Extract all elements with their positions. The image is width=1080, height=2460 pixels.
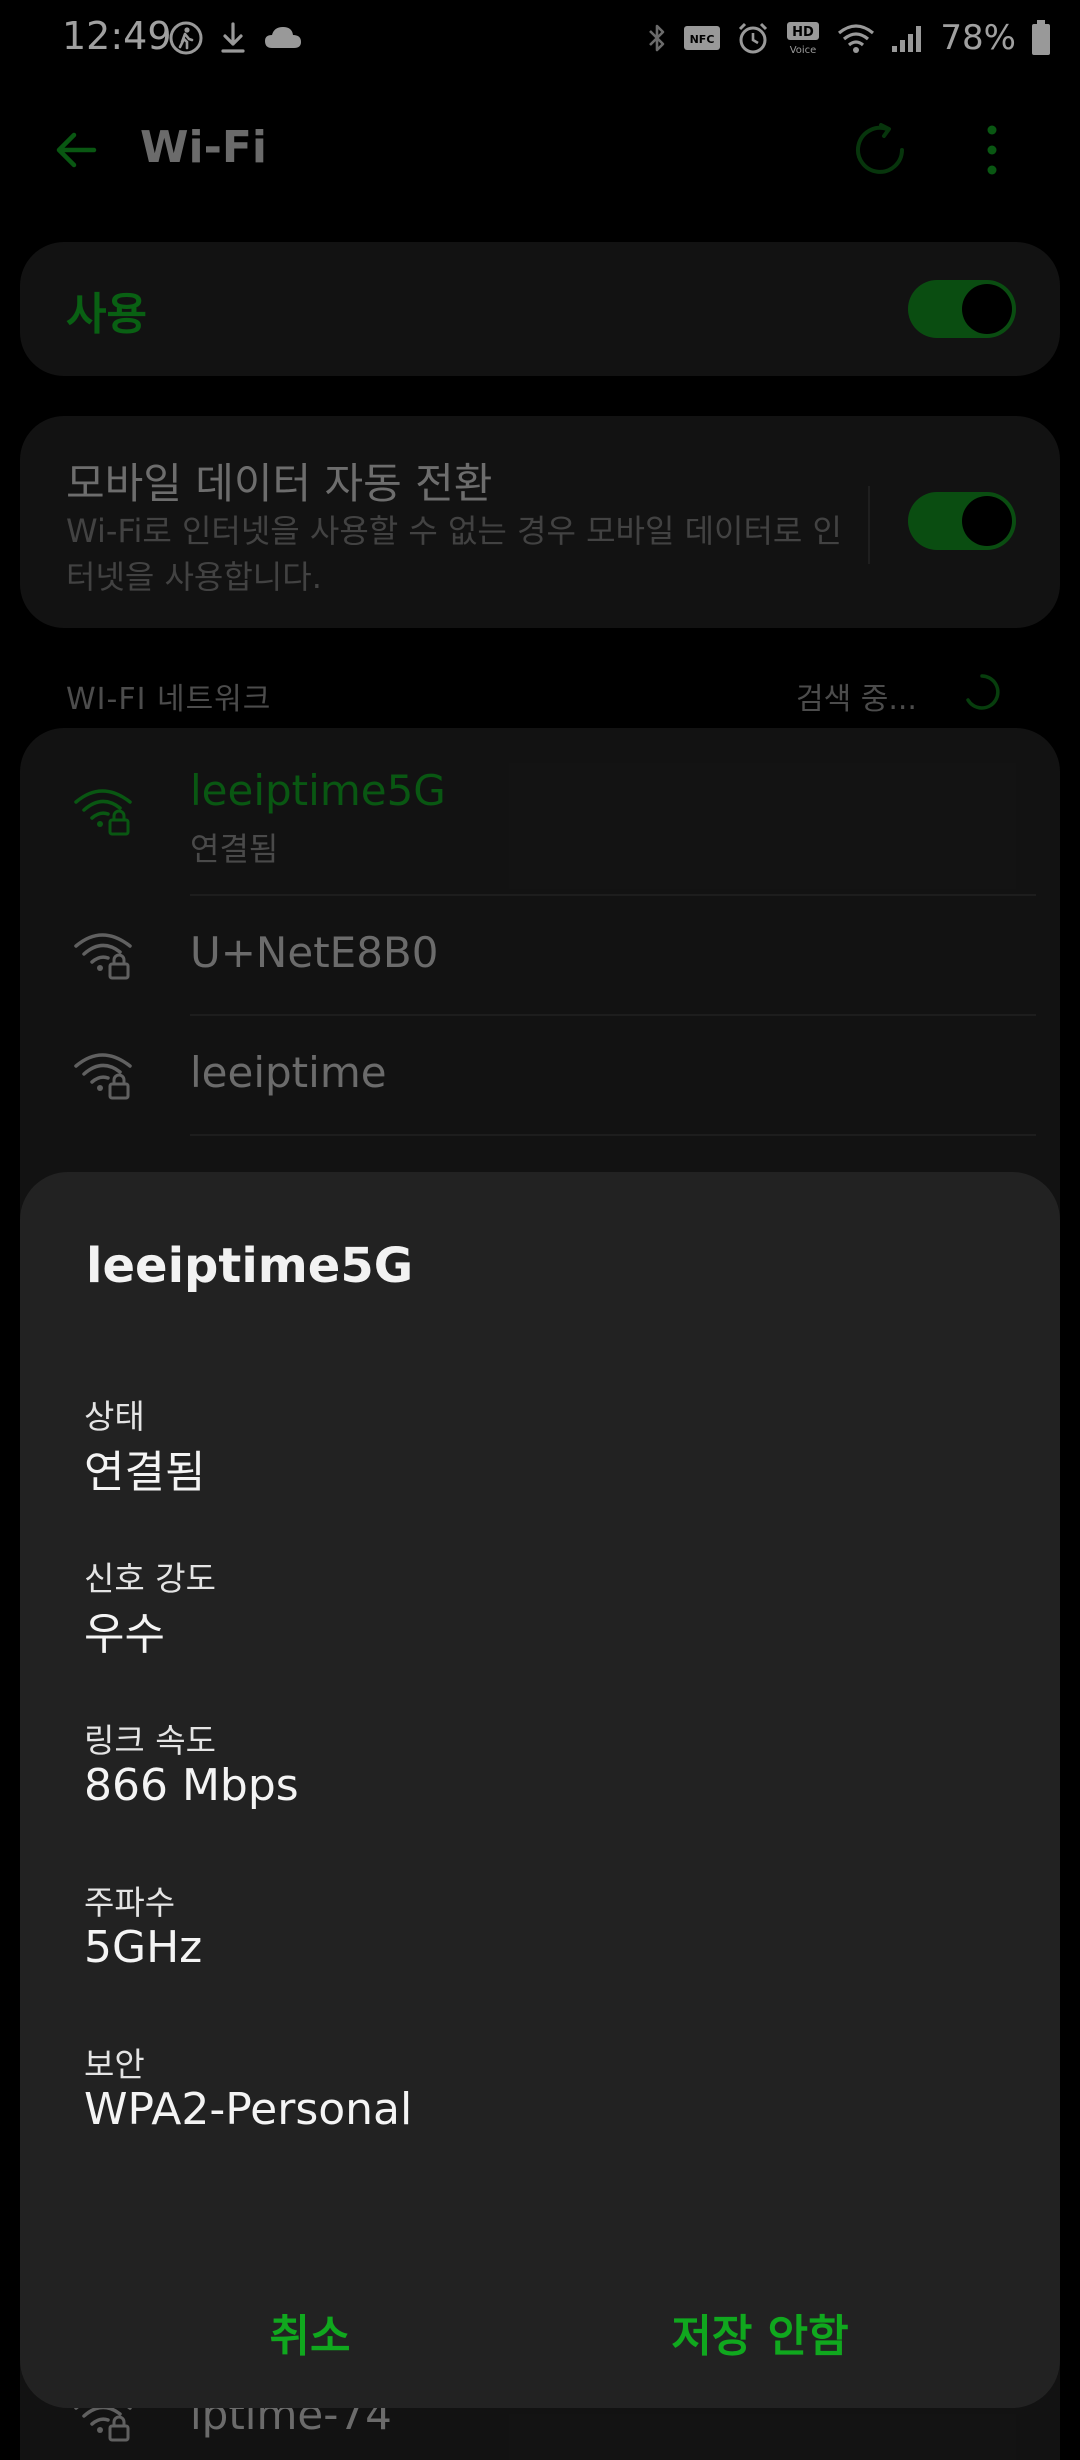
wifi-settings-screen: 12:49 NFC HD Voice 78% Wi-Fi 사용 모바일 데이터 … bbox=[0, 0, 1080, 2460]
signal-strength-label: 신호 강도 bbox=[84, 1559, 216, 1598]
dialog-title: leeiptime5G bbox=[86, 1238, 414, 1294]
status-value: 연결됨 bbox=[84, 1447, 206, 1498]
forget-network-button[interactable]: 저장 안함 bbox=[590, 2282, 930, 2382]
security-label: 보안 bbox=[84, 2045, 145, 2084]
security-value: WPA2-Personal bbox=[84, 2084, 413, 2135]
network-details-dialog: leeiptime5G 상태 연결됨 신호 강도 우수 링크 속도 866 Mb… bbox=[20, 1172, 1060, 2408]
status-label: 상태 bbox=[84, 1397, 145, 1436]
frequency-label: 주파수 bbox=[84, 1883, 176, 1922]
link-speed-label: 링크 속도 bbox=[84, 1721, 216, 1760]
link-speed-value: 866 Mbps bbox=[84, 1760, 299, 1811]
signal-strength-value: 우수 bbox=[84, 1609, 165, 1660]
cancel-button[interactable]: 취소 bbox=[160, 2282, 460, 2382]
frequency-value: 5GHz bbox=[84, 1922, 203, 1973]
